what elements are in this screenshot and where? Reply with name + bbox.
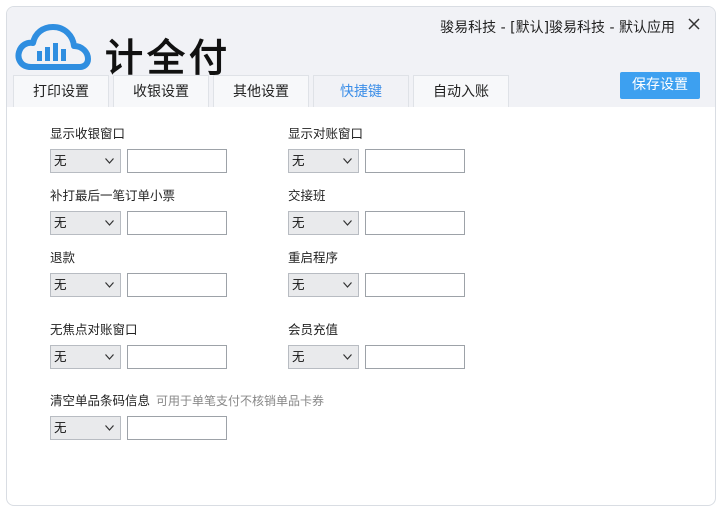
close-button[interactable]	[685, 15, 703, 33]
chevron-down-icon	[343, 220, 352, 226]
hotkey-input[interactable]	[127, 149, 227, 173]
tab-cashier-settings[interactable]: 收银设置	[113, 75, 209, 107]
select-value: 无	[54, 349, 67, 364]
shortcut-label: 显示收银窗口	[50, 126, 126, 141]
modifier-select[interactable]: 无	[50, 345, 121, 369]
chevron-down-icon	[105, 354, 114, 360]
chevron-down-icon	[105, 220, 114, 226]
modifier-select[interactable]: 无	[50, 149, 121, 173]
chevron-down-icon	[343, 354, 352, 360]
chevron-down-icon	[343, 282, 352, 288]
window-title: 骏易科技 - [默认]骏易科技 - 默认应用	[440, 20, 675, 36]
shortcut-reprint: 补打最后一笔订单小票 无	[50, 187, 227, 235]
shortcut-hint: 可用于单笔支付不核销单品卡券	[156, 394, 325, 408]
chevron-down-icon	[105, 425, 114, 431]
shortcut-label: 显示对账窗口	[288, 126, 364, 141]
header: 计全付 骏易科技 - [默认]骏易科技 - 默认应用 打印设置 收银设置 其他设…	[7, 7, 715, 107]
shortcut-label: 无焦点对账窗口	[50, 322, 138, 337]
shortcut-refund: 退款 无	[50, 249, 227, 297]
chevron-down-icon	[105, 158, 114, 164]
modifier-select[interactable]: 无	[288, 149, 359, 173]
select-value: 无	[54, 420, 67, 435]
shortcut-clear-barcode: 清空单品条码信息 可用于单笔支付不核销单品卡券 无	[50, 392, 324, 440]
select-value: 无	[292, 349, 305, 364]
shortcuts-panel: 显示收银窗口 无 显示对账窗口 无 补打最后一笔订单小票 无 交接班 无 退款 …	[7, 107, 715, 505]
logo: 计全付	[15, 17, 255, 80]
select-value: 无	[292, 153, 305, 168]
select-value: 无	[292, 215, 305, 230]
hotkey-input[interactable]	[127, 416, 227, 440]
close-icon	[688, 18, 700, 30]
shortcut-label: 补打最后一笔订单小票	[50, 188, 176, 203]
select-value: 无	[54, 215, 67, 230]
save-button[interactable]: 保存设置	[620, 72, 700, 99]
tab-other-settings[interactable]: 其他设置	[213, 75, 309, 107]
chevron-down-icon	[343, 158, 352, 164]
shortcut-member-recharge: 会员充值 无	[288, 321, 465, 369]
tab-shortcuts[interactable]: 快捷键	[313, 75, 409, 107]
logo-text: 计全付	[105, 36, 232, 80]
hotkey-input[interactable]	[365, 273, 465, 297]
hotkey-input[interactable]	[127, 273, 227, 297]
shortcut-restart: 重启程序 无	[288, 249, 465, 297]
modifier-select[interactable]: 无	[288, 345, 359, 369]
shortcut-shift-handover: 交接班 无	[288, 187, 465, 235]
cloud-logo-icon	[15, 24, 91, 70]
shortcut-label: 重启程序	[288, 250, 339, 265]
select-value: 无	[292, 277, 305, 292]
chevron-down-icon	[105, 282, 114, 288]
select-value: 无	[54, 277, 67, 292]
modifier-select[interactable]: 无	[50, 416, 121, 440]
hotkey-input[interactable]	[365, 345, 465, 369]
hotkey-input[interactable]	[127, 345, 227, 369]
shortcut-show-cashier: 显示收银窗口 无	[50, 125, 227, 173]
tab-bar: 打印设置 收银设置 其他设置 快捷键 自动入账	[13, 75, 509, 107]
shortcut-show-reconcile: 显示对账窗口 无	[288, 125, 465, 173]
app-window: 计全付 骏易科技 - [默认]骏易科技 - 默认应用 打印设置 收银设置 其他设…	[6, 6, 716, 506]
modifier-select[interactable]: 无	[288, 273, 359, 297]
hotkey-input[interactable]	[365, 149, 465, 173]
hotkey-input[interactable]	[127, 211, 227, 235]
shortcut-label-text: 清空单品条码信息	[50, 393, 151, 408]
tab-auto-posting[interactable]: 自动入账	[413, 75, 509, 107]
select-value: 无	[54, 153, 67, 168]
hotkey-input[interactable]	[365, 211, 465, 235]
shortcut-label: 会员充值	[288, 322, 339, 337]
modifier-select[interactable]: 无	[50, 273, 121, 297]
tab-print-settings[interactable]: 打印设置	[13, 75, 109, 107]
shortcut-label: 清空单品条码信息 可用于单笔支付不核销单品卡券	[50, 392, 324, 410]
shortcut-unfocused-reconcile: 无焦点对账窗口 无	[50, 321, 227, 369]
modifier-select[interactable]: 无	[288, 211, 359, 235]
shortcut-label: 交接班	[288, 188, 326, 203]
modifier-select[interactable]: 无	[50, 211, 121, 235]
shortcut-label: 退款	[50, 250, 76, 265]
